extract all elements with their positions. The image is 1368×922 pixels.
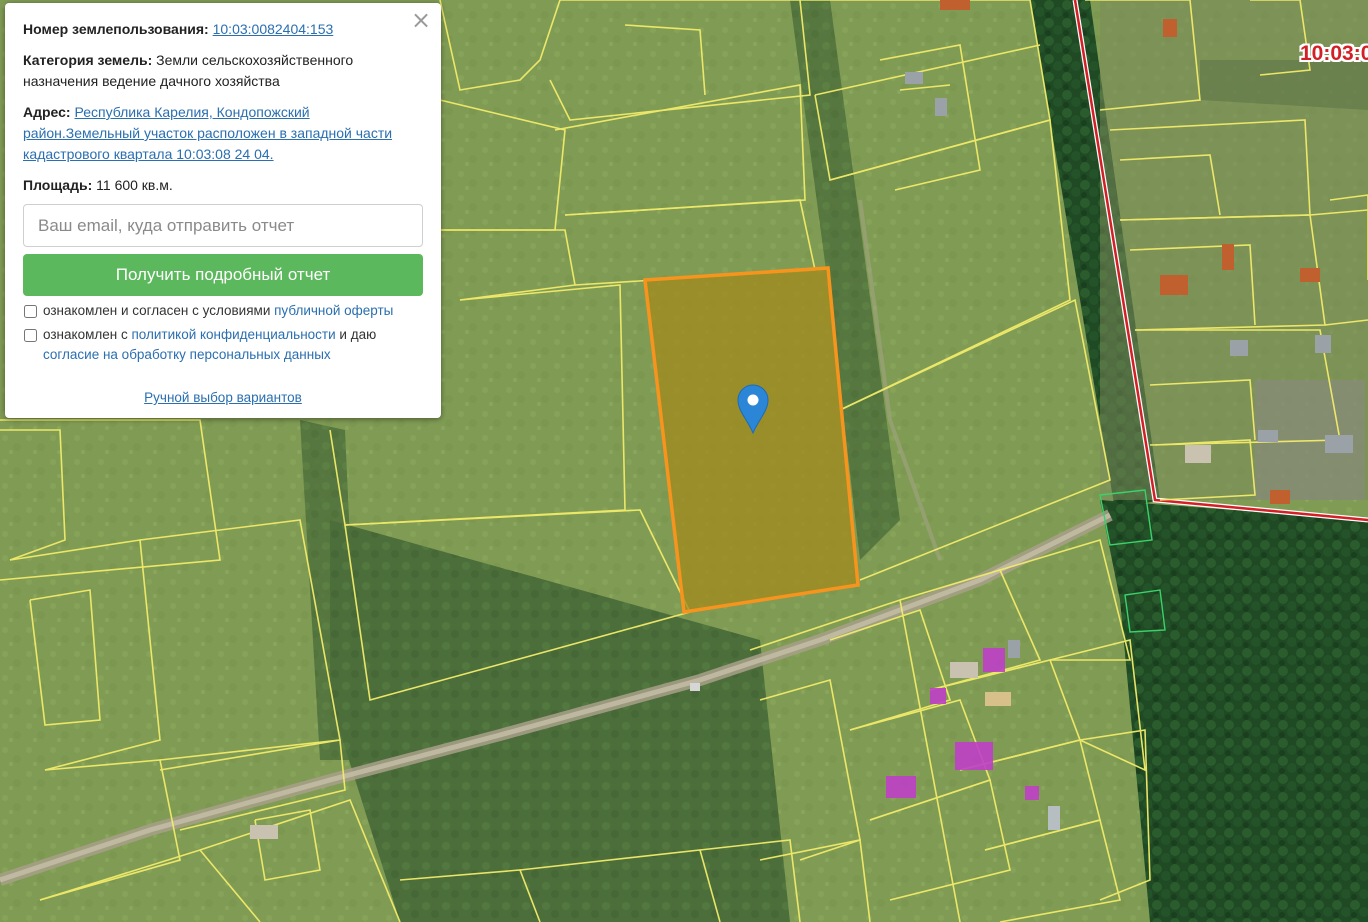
privacy-text-1: ознакомлен с [43,327,128,342]
offer-checkbox[interactable] [24,305,37,318]
offer-agreement-text: ознакомлен и согласен с условиями публич… [43,301,393,321]
privacy-agreement-row: ознакомлен с политикой конфиденциальност… [23,325,423,365]
privacy-agreement-text: ознакомлен с политикой конфиденциальност… [43,325,423,365]
offer-link[interactable]: публичной оферты [274,303,393,318]
email-input[interactable] [23,204,423,247]
area-value: 11 600 кв.м. [96,177,173,193]
privacy-text-2: и даю [339,327,377,342]
offer-agreement-row: ознакомлен и согласен с условиями публич… [23,301,423,321]
area-row: Площадь: 11 600 кв.м. [23,175,423,196]
address-link[interactable]: Республика Карелия, Кондопожский район.З… [23,104,392,162]
get-report-button[interactable]: Получить подробный отчет [23,254,423,296]
address-row: Адрес: Республика Карелия, Кондопожский … [23,102,423,165]
address-label: Адрес: [23,104,71,120]
parcel-number-label: Номер землепользования: [23,21,209,37]
manual-selection-link[interactable]: Ручной выбор вариантов [5,387,441,408]
personal-data-consent-link[interactable]: согласие на обработку персональных данны… [43,347,331,362]
privacy-policy-link[interactable]: политикой конфиденциальности [131,327,335,342]
land-category-label: Категория земель: [23,52,153,68]
privacy-checkbox[interactable] [24,329,37,342]
quarter-label: 10:03:0 [1300,42,1368,65]
land-category-row: Категория земель: Земли сельскохозяйстве… [23,50,423,92]
area-label: Площадь: [23,177,93,193]
close-icon[interactable]: × [410,7,432,33]
selected-parcel [643,266,860,615]
parcel-number-link[interactable]: 10:03:0082404:153 [213,21,334,37]
offer-text: ознакомлен и согласен с условиями [43,303,271,318]
parcel-number-row: Номер землепользования: 10:03:0082404:15… [23,19,423,40]
parcel-info-popup: × Номер землепользования: 10:03:0082404:… [5,3,441,418]
